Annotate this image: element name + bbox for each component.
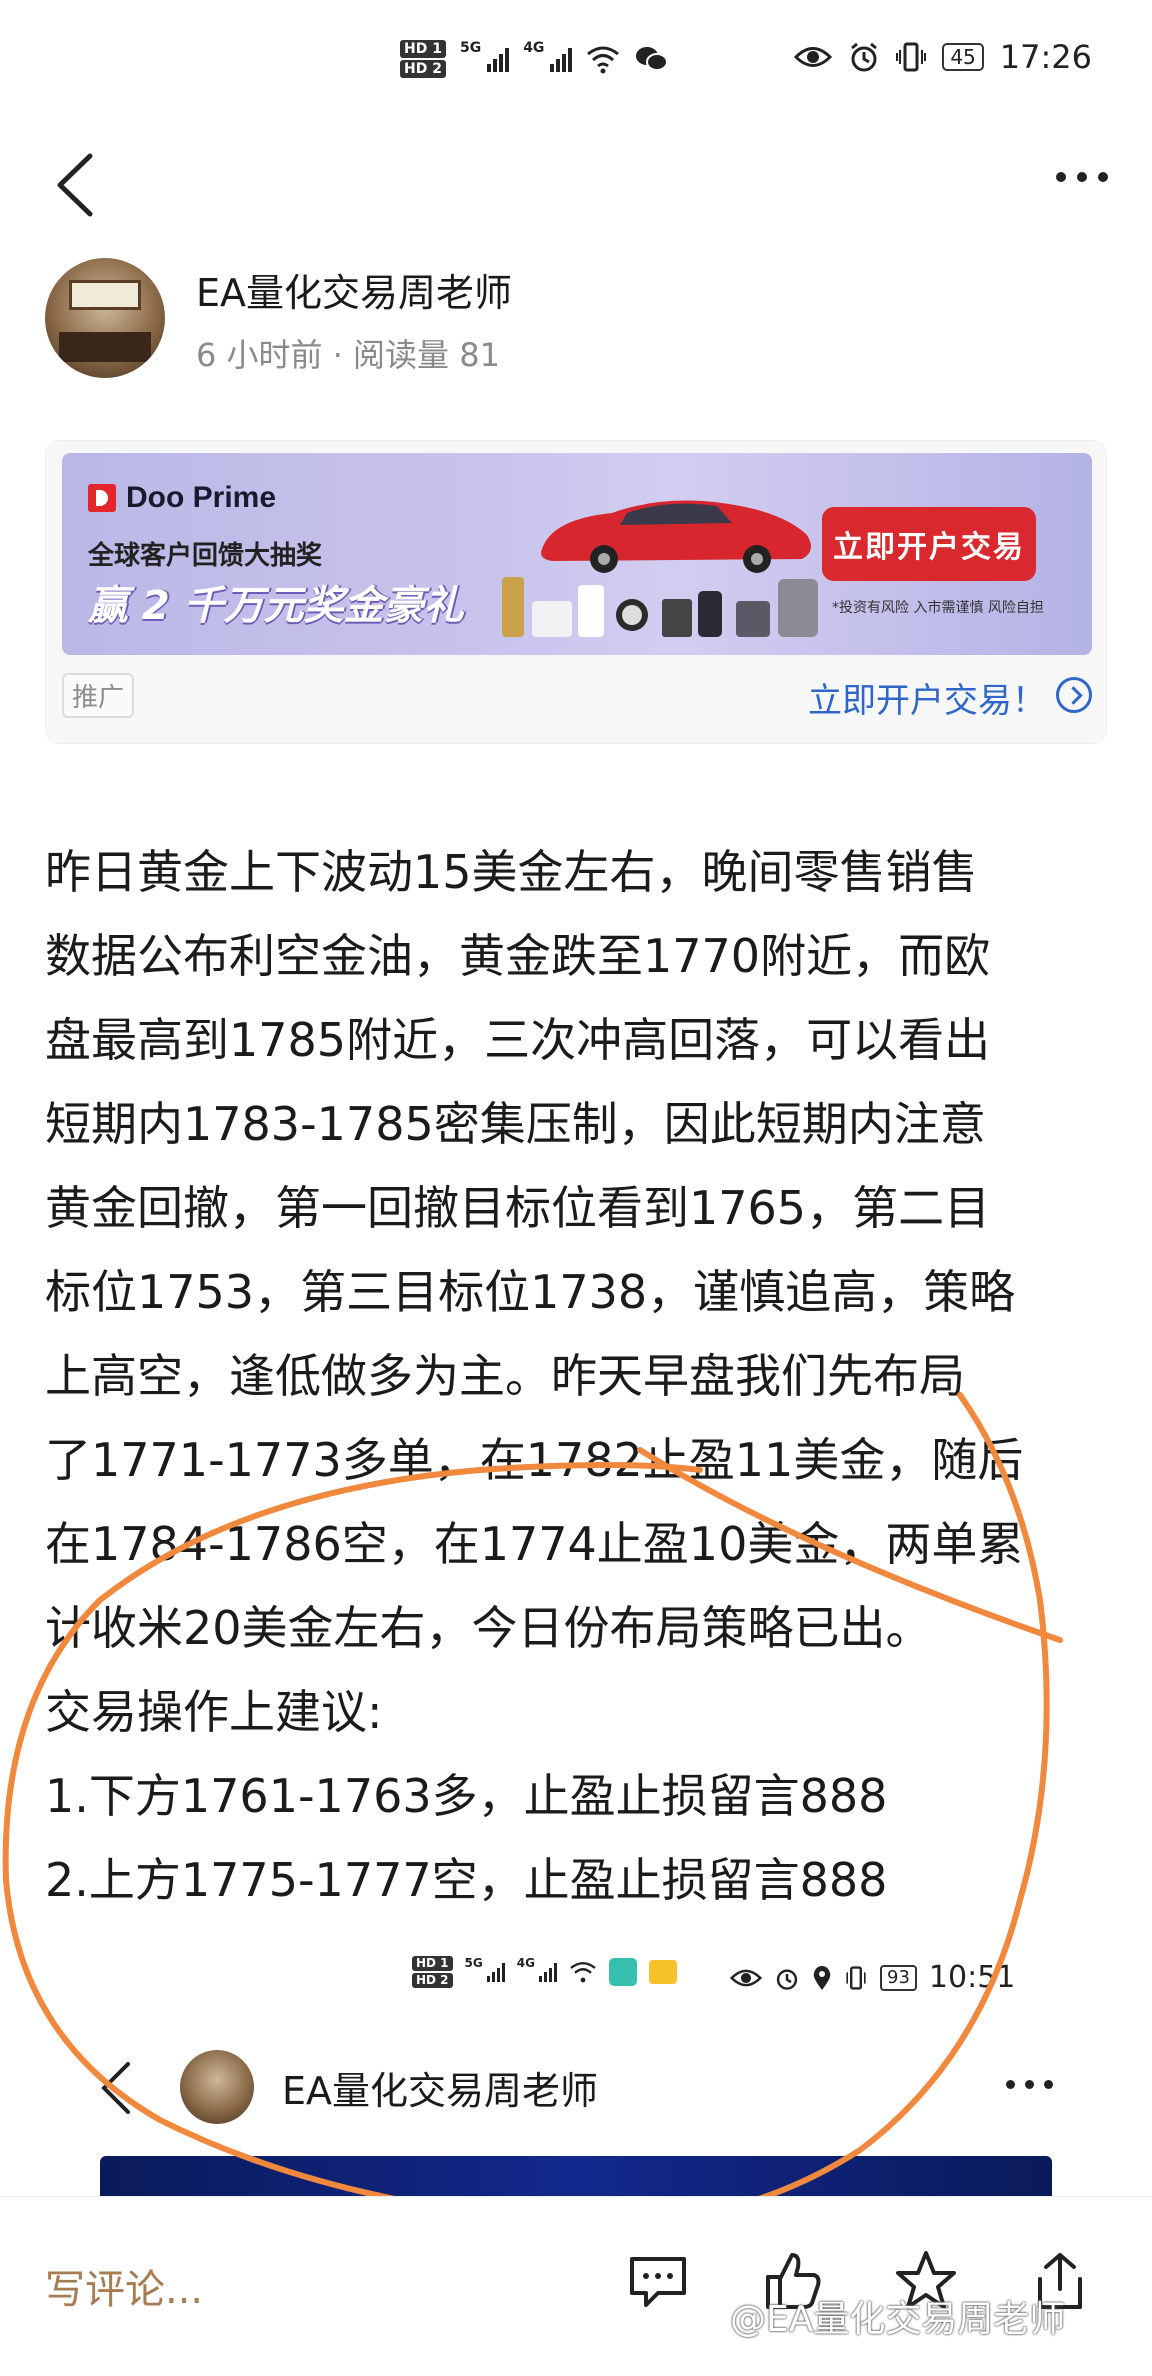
- embedded-status-left: HD 1 HD 2 5G 4G: [412, 1956, 677, 1988]
- comment-input[interactable]: 写评论...: [45, 2257, 203, 2315]
- wifi-icon: [587, 46, 620, 74]
- ad-prize-text: 赢 2 千万元奖金豪礼: [88, 583, 464, 629]
- mail-icon: [648, 1960, 677, 1984]
- embedded-hd-badges: HD 1 HD 2: [412, 1956, 453, 1988]
- article-line: 标位1753，第三目标位1738，谨慎追高，策略: [45, 1265, 1016, 1319]
- hd2-badge: HD 2: [400, 60, 446, 78]
- author-avatar[interactable]: [45, 258, 165, 378]
- promo-ad-card[interactable]: Doo Prime 全球客户回馈大抽奖 赢 2 千万元奖金豪礼 立即开户交易 *…: [45, 440, 1107, 744]
- article-line: 短期内1783-1785密集压制，因此短期内注意: [45, 1097, 986, 1151]
- embedded-status-right: 93 10:51: [730, 1960, 1015, 1995]
- article-line: 交易操作上建议:: [45, 1685, 383, 1739]
- embedded-time: 10:51: [928, 1960, 1016, 1995]
- back-arrow-icon[interactable]: [50, 150, 100, 220]
- article-line: 了1771-1773多单，在1782止盈11美金，随后: [45, 1433, 1024, 1487]
- status-left: HD 1 HD 2 5G 4G: [400, 40, 669, 78]
- ad-tag: 推广: [62, 673, 135, 718]
- ad-cta-button[interactable]: 立即开户交易: [822, 507, 1036, 581]
- article-line: 在1784-1786空，在1774止盈10美金，两单累: [45, 1517, 1024, 1571]
- embedded-hd2-badge: HD 2: [412, 1973, 453, 1988]
- comment-icon[interactable]: [626, 2249, 690, 2313]
- bottom-bar: 写评论...: [0, 2196, 1152, 2376]
- prize-products-image: [502, 577, 818, 637]
- author-watermark: @EA量化交易周老师: [730, 2299, 1066, 2340]
- signal-icon: [538, 1962, 557, 1982]
- wifi-icon: [570, 1962, 596, 1983]
- article-line: 1.下方1761-1763多，止盈止损留言888: [45, 1769, 888, 1823]
- embedded-more-icon: [1006, 2080, 1053, 2089]
- location-icon: [813, 1965, 831, 1990]
- alarm-icon: [851, 42, 878, 72]
- hd1-badge: HD 1: [400, 40, 446, 58]
- article-line: 上高空，逢低做多为主。昨天早盘我们先布局: [45, 1349, 965, 1403]
- vibrate-icon: [896, 42, 927, 72]
- article-line: 黄金回撤，第一回撤目标位看到1765，第二目: [45, 1181, 991, 1235]
- signal-icon: [550, 46, 573, 72]
- hd-badges: HD 1 HD 2: [400, 40, 446, 78]
- alarm-icon: [776, 1968, 798, 1990]
- article-body: 昨日黄金上下波动15美金左右，晚间零售销售 数据公布利空金油，黄金跌至1770附…: [45, 830, 1125, 1922]
- doo-prime-logo: Doo Prime: [88, 481, 276, 515]
- ad-banner[interactable]: Doo Prime 全球客户回馈大抽奖 赢 2 千万元奖金豪礼 立即开户交易 *…: [62, 453, 1092, 655]
- article-line: 2.上方1775-1777空，止盈止损留言888: [45, 1853, 888, 1907]
- ad-link[interactable]: 立即开户交易！: [808, 673, 1046, 722]
- network-4g-label: 4G: [523, 40, 545, 56]
- embedded-5g-label: 5G: [464, 1956, 483, 1970]
- embedded-author-name: EA量化交易周老师: [282, 2069, 599, 2113]
- embedded-4g-label: 4G: [516, 1956, 535, 1970]
- post-meta: 6 小时前 · 阅读量 81: [196, 336, 500, 374]
- article-line: 盘最高到1785附近，三次冲高回落，可以看出: [45, 1013, 991, 1067]
- wechat-icon: [636, 47, 669, 71]
- article-line: 计收米20美金左右，今日份布局策略已出。: [45, 1601, 932, 1655]
- arrow-right-circle-icon[interactable]: [1056, 677, 1092, 713]
- embedded-battery-indicator: 93: [880, 1964, 917, 1991]
- eye-icon: [730, 1969, 762, 1986]
- embedded-back-arrow-icon: [101, 2062, 130, 2114]
- article-line: 昨日黄金上下波动15美金左右，晚间零售销售: [45, 845, 978, 899]
- doo-prime-logo-icon: [88, 484, 116, 512]
- ad-brand: Doo Prime: [126, 481, 277, 514]
- battery-indicator: 45: [942, 43, 984, 71]
- embedded-banner-image: [100, 2156, 1052, 2196]
- status-bar: HD 1 HD 2 5G 4G 45 17:26: [0, 0, 1152, 130]
- status-time: 17:26: [999, 38, 1092, 76]
- more-options-icon[interactable]: [1056, 172, 1108, 182]
- embedded-hd1-badge: HD 1: [412, 1956, 453, 1971]
- boss-app-icon: [608, 1958, 637, 1986]
- article-line: 数据公布利空金油，黄金跌至1770附近，而欧: [45, 929, 991, 983]
- car-image: [541, 500, 811, 573]
- eye-icon: [794, 47, 833, 67]
- embedded-author-avatar: [180, 2050, 254, 2124]
- author-name[interactable]: EA量化交易周老师: [196, 262, 512, 317]
- signal-icon: [487, 46, 510, 72]
- ad-disclaimer: *投资有风险 入市需谨慎 风险自担: [832, 600, 1044, 616]
- vibrate-icon: [846, 1965, 866, 1990]
- network-5g-label: 5G: [459, 40, 482, 56]
- ad-headline: 全球客户回馈大抽奖: [88, 541, 323, 571]
- status-right: 45 17:26: [794, 38, 1092, 76]
- signal-icon: [486, 1962, 505, 1982]
